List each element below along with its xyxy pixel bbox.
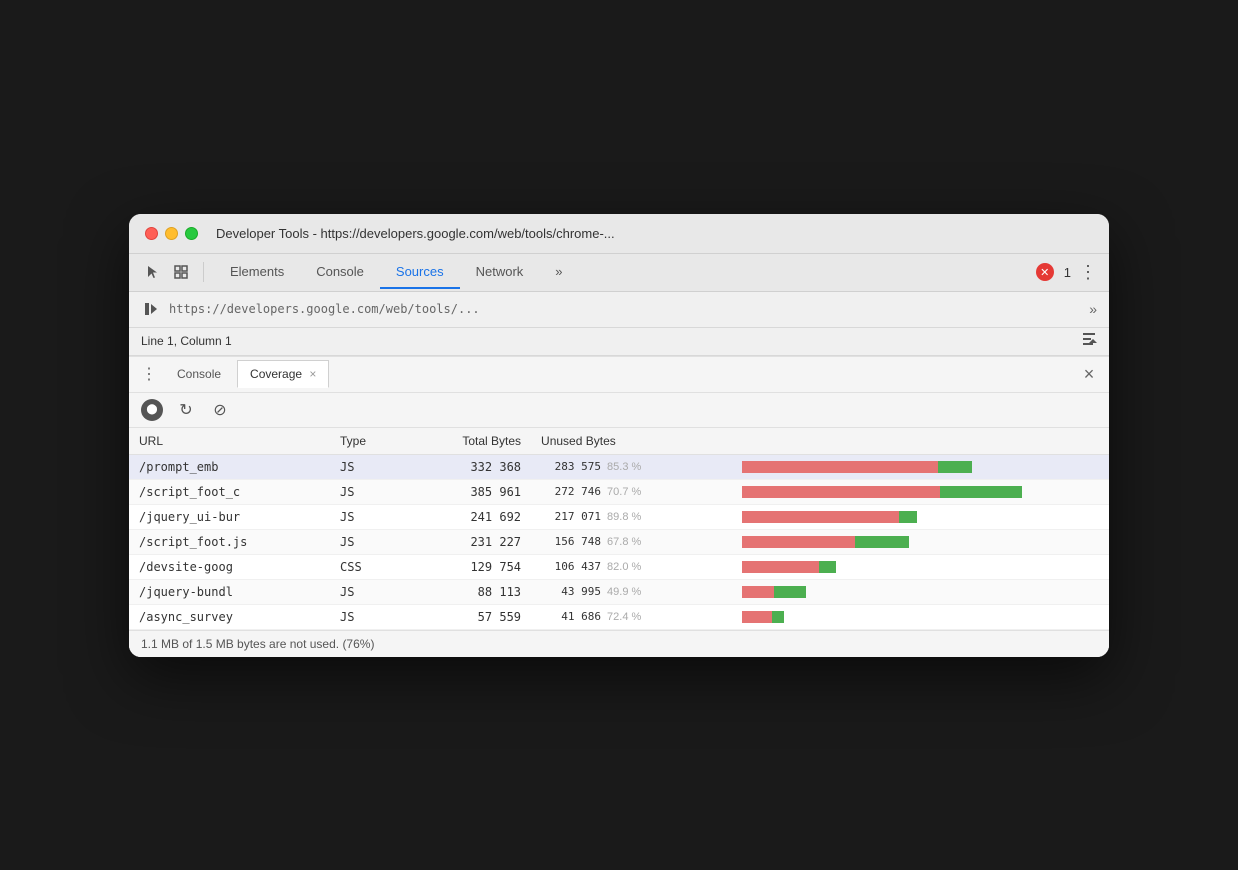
bar-cell (732, 604, 1109, 629)
col-type: Type (330, 428, 405, 455)
cursor-position: Line 1, Column 1 (141, 334, 232, 348)
url-cell: /devsite-goog (129, 554, 330, 579)
status-bar: Line 1, Column 1 (129, 328, 1109, 356)
type-cell: CSS (330, 554, 405, 579)
col-bar (732, 428, 1109, 455)
bar-cell (732, 529, 1109, 554)
coverage-tab-close[interactable]: × (309, 367, 316, 381)
secondary-bar: https://developers.google.com/web/tools/… (129, 292, 1109, 328)
toolbar-divider (203, 262, 204, 282)
type-cell: JS (330, 579, 405, 604)
col-url: URL (129, 428, 330, 455)
table-row[interactable]: /script_foot.js JS 231 227 156 748 67.8 … (129, 529, 1109, 554)
clear-button[interactable]: ⊘ (209, 399, 231, 421)
drawer-tab-coverage[interactable]: Coverage × (237, 360, 329, 388)
window-title: Developer Tools - https://developers.goo… (216, 226, 615, 241)
drawer-close-button[interactable]: × (1077, 362, 1101, 386)
unused-bytes-cell: 41 686 72.4 % (531, 604, 732, 629)
unused-bytes-cell: 43 995 49.9 % (531, 579, 732, 604)
footer-text: 1.1 MB of 1.5 MB bytes are not used. (76… (141, 637, 374, 651)
total-bytes-cell: 129 754 (405, 554, 531, 579)
tab-more[interactable]: » (539, 256, 578, 289)
drawer-more-icon[interactable]: ⋮ (137, 362, 161, 386)
tab-sources[interactable]: Sources (380, 256, 460, 289)
tab-navigation: Elements Console Sources Network » (214, 256, 1032, 289)
title-bar: Developer Tools - https://developers.goo… (129, 214, 1109, 254)
unused-bytes-cell: 156 748 67.8 % (531, 529, 732, 554)
drawer: ⋮ Console Coverage × × ⬤ ↻ ⊘ URL Type (129, 356, 1109, 657)
main-toolbar: Elements Console Sources Network » ✕ 1 ⋮ (129, 254, 1109, 292)
table-row[interactable]: /devsite-goog CSS 129 754 106 437 82.0 % (129, 554, 1109, 579)
secondary-more-icon[interactable]: » (1089, 301, 1097, 317)
error-icon: ✕ (1036, 263, 1054, 281)
play-button[interactable] (141, 299, 161, 319)
refresh-button[interactable]: ↻ (175, 399, 197, 421)
unused-bytes-cell: 217 071 89.8 % (531, 504, 732, 529)
bar-cell (732, 579, 1109, 604)
total-bytes-cell: 57 559 (405, 604, 531, 629)
devtools-window: Developer Tools - https://developers.goo… (129, 214, 1109, 657)
total-bytes-cell: 385 961 (405, 479, 531, 504)
inspect-icon[interactable] (169, 260, 193, 284)
type-cell: JS (330, 504, 405, 529)
table-row[interactable]: /jquery-bundl JS 88 113 43 995 49.9 % (129, 579, 1109, 604)
coverage-table-container: URL Type Total Bytes Unused Bytes /promp… (129, 428, 1109, 630)
total-bytes-cell: 231 227 (405, 529, 531, 554)
traffic-lights (145, 227, 198, 240)
type-cell: JS (330, 604, 405, 629)
col-unused: Unused Bytes (531, 428, 732, 455)
bar-cell (732, 554, 1109, 579)
table-row[interactable]: /script_foot_c JS 385 961 272 746 70.7 % (129, 479, 1109, 504)
coverage-toolbar: ⬤ ↻ ⊘ (129, 393, 1109, 428)
file-path: https://developers.google.com/web/tools/… (169, 302, 1081, 316)
type-cell: JS (330, 529, 405, 554)
maximize-button[interactable] (185, 227, 198, 240)
table-row[interactable]: /prompt_emb JS 332 368 283 575 85.3 % (129, 454, 1109, 479)
url-cell: /jquery-bundl (129, 579, 330, 604)
url-cell: /jquery_ui-bur (129, 504, 330, 529)
coverage-table: URL Type Total Bytes Unused Bytes /promp… (129, 428, 1109, 630)
bar-cell (732, 479, 1109, 504)
drawer-tab-console[interactable]: Console (165, 361, 233, 387)
minimize-button[interactable] (165, 227, 178, 240)
bar-cell (732, 504, 1109, 529)
table-row[interactable]: /jquery_ui-bur JS 241 692 217 071 89.8 % (129, 504, 1109, 529)
more-menu-icon[interactable]: ⋮ (1079, 262, 1097, 283)
tab-elements[interactable]: Elements (214, 256, 300, 289)
col-total: Total Bytes (405, 428, 531, 455)
close-button[interactable] (145, 227, 158, 240)
total-bytes-cell: 88 113 (405, 579, 531, 604)
unused-bytes-cell: 272 746 70.7 % (531, 479, 732, 504)
type-cell: JS (330, 479, 405, 504)
unused-bytes-cell: 283 575 85.3 % (531, 454, 732, 479)
unused-bytes-cell: 106 437 82.0 % (531, 554, 732, 579)
toolbar-right: ✕ 1 ⋮ (1036, 262, 1097, 283)
bar-cell (732, 454, 1109, 479)
table-row[interactable]: /async_survey JS 57 559 41 686 72.4 % (129, 604, 1109, 629)
type-cell: JS (330, 454, 405, 479)
record-button[interactable]: ⬤ (141, 399, 163, 421)
tab-console[interactable]: Console (300, 256, 380, 289)
cursor-icon[interactable] (141, 260, 165, 284)
error-count: 1 (1064, 265, 1071, 280)
total-bytes-cell: 332 368 (405, 454, 531, 479)
drawer-tab-bar: ⋮ Console Coverage × × (129, 357, 1109, 393)
url-cell: /script_foot_c (129, 479, 330, 504)
url-cell: /prompt_emb (129, 454, 330, 479)
total-bytes-cell: 241 692 (405, 504, 531, 529)
coverage-footer: 1.1 MB of 1.5 MB bytes are not used. (76… (129, 630, 1109, 657)
format-button[interactable] (1081, 331, 1097, 352)
url-cell: /script_foot.js (129, 529, 330, 554)
url-cell: /async_survey (129, 604, 330, 629)
tab-network[interactable]: Network (460, 256, 540, 289)
